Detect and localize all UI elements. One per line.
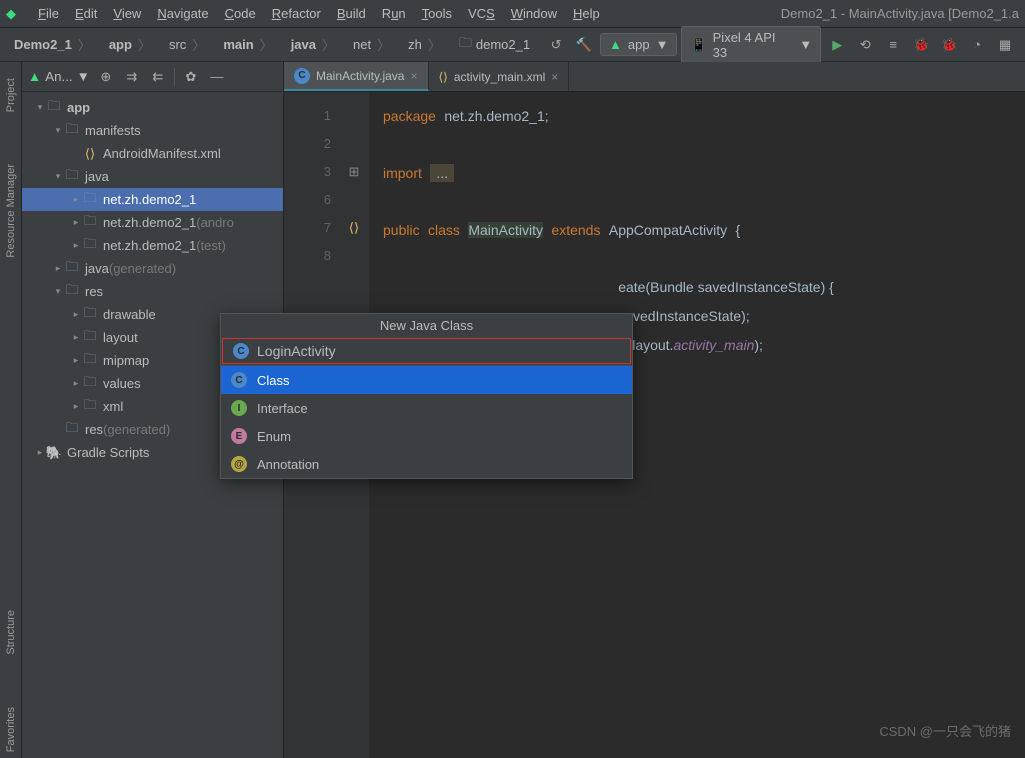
menu-bar: ◆ File Edit View Navigate Code Refactor … — [0, 0, 1025, 28]
tree-item[interactable]: ▾🗀app — [22, 96, 283, 119]
sync-icon[interactable]: ↺ — [544, 33, 568, 57]
menu-code[interactable]: Code — [217, 6, 264, 21]
project-view-selector[interactable]: ▲ An...▼ — [28, 69, 90, 84]
android-icon: ▲ — [28, 69, 41, 84]
collapse-all-icon[interactable]: ⇇ — [148, 67, 168, 87]
kind-option[interactable]: @Annotation — [221, 450, 632, 478]
close-icon[interactable]: × — [410, 69, 417, 83]
class-name-input[interactable] — [257, 343, 620, 359]
new-java-class-dialog: New Java Class C CClassIInterfaceEEnum@A… — [220, 313, 633, 479]
toolwindow-favorites[interactable]: Favorites — [5, 701, 17, 758]
class-icon: C — [294, 68, 310, 84]
breadcrumb[interactable]: Demo2_1〉 — [8, 33, 99, 56]
phone-icon: 📱 — [690, 37, 706, 53]
class-name-input-row: C — [222, 338, 631, 364]
toolwindow-structure[interactable]: Structure — [5, 604, 17, 661]
android-logo-icon: ◆ — [6, 6, 22, 22]
kind-option[interactable]: EEnum — [221, 422, 632, 450]
breadcrumb[interactable]: 🗀demo2_1 — [453, 32, 536, 58]
tab-mainactivity[interactable]: C MainActivity.java × — [284, 62, 429, 91]
apply-changes-icon[interactable]: ⟲ — [853, 33, 877, 57]
breadcrumb[interactable]: main〉 — [217, 33, 280, 56]
breadcrumb[interactable]: zh〉 — [402, 33, 449, 56]
tab-activity-main[interactable]: ⟨⟩ activity_main.xml × — [429, 62, 570, 91]
window-title: Demo2_1 - MainActivity.java [Demo2_1.a — [781, 6, 1019, 21]
run-config-selector[interactable]: ▲ app▼ — [600, 33, 677, 56]
dialog-title: New Java Class — [221, 314, 632, 337]
run-icon[interactable]: ▶ — [825, 33, 849, 57]
menu-vcs[interactable]: VCS — [460, 6, 503, 21]
watermark: CSDN @一只会飞的猪 — [879, 721, 1011, 740]
breadcrumb[interactable]: src〉 — [163, 33, 213, 56]
expand-all-icon[interactable]: ⇉ — [122, 67, 142, 87]
tree-item[interactable]: ▾🗀manifests — [22, 119, 283, 142]
left-toolwindow-bar: Project Resource Manager Structure Favor… — [0, 62, 22, 758]
hammer-icon[interactable]: 🔨 — [572, 33, 596, 57]
tree-item[interactable]: ▾🗀java — [22, 165, 283, 188]
menu-refactor[interactable]: Refactor — [264, 6, 329, 21]
menu-tools[interactable]: Tools — [414, 6, 460, 21]
tree-item[interactable]: ▾🗀res — [22, 280, 283, 303]
menu-navigate[interactable]: Navigate — [149, 6, 216, 21]
menu-edit[interactable]: Edit — [67, 6, 105, 21]
gutter-override-icon: ⟨⟩ — [339, 214, 369, 242]
menu-window[interactable]: Window — [503, 6, 565, 21]
apply-code-icon[interactable]: ≡ — [881, 33, 905, 57]
editor-tabs: C MainActivity.java × ⟨⟩ activity_main.x… — [284, 62, 1025, 92]
toolwindow-resource-manager[interactable]: Resource Manager — [5, 158, 17, 264]
breadcrumb[interactable]: net〉 — [347, 33, 398, 56]
settings-icon[interactable]: ✿ — [181, 67, 201, 87]
tree-item[interactable]: ▸🗀net.zh.demo2_1 (andro — [22, 211, 283, 234]
sidebar-toolbar: ▲ An...▼ ⊕ ⇉ ⇇ ✿ — — [22, 62, 283, 92]
close-icon[interactable]: × — [551, 70, 558, 84]
kind-list: CClassIInterfaceEEnum@Annotation — [221, 365, 632, 478]
xml-icon: ⟨⟩ — [439, 70, 448, 84]
profiler-icon[interactable]: ◔ — [965, 33, 989, 57]
avd-icon[interactable]: ▦ — [993, 33, 1017, 57]
tree-item[interactable]: ▸🗀net.zh.demo2_1 (test) — [22, 234, 283, 257]
tree-item[interactable]: ▸🗀net.zh.demo2_1 — [22, 188, 283, 211]
kind-option[interactable]: IInterface — [221, 394, 632, 422]
menu-help[interactable]: Help — [565, 6, 608, 21]
hide-icon[interactable]: — — [207, 67, 227, 87]
menu-build[interactable]: Build — [329, 6, 374, 21]
breadcrumb[interactable]: app〉 — [103, 33, 159, 56]
tree-item[interactable]: ⟨⟩AndroidManifest.xml — [22, 142, 283, 165]
tree-item[interactable]: ▸🗀java (generated) — [22, 257, 283, 280]
locate-icon[interactable]: ⊕ — [96, 67, 116, 87]
kind-option[interactable]: CClass — [221, 366, 632, 394]
nav-toolbar: Demo2_1〉 app〉 src〉 main〉 java〉 net〉 zh〉 … — [0, 28, 1025, 62]
class-icon: C — [233, 343, 249, 359]
menu-run[interactable]: Run — [374, 6, 414, 21]
device-selector[interactable]: 📱 Pixel 4 API 33▼ — [681, 26, 821, 64]
menu-file[interactable]: File — [30, 6, 67, 21]
menu-view[interactable]: View — [105, 6, 149, 21]
breadcrumb[interactable]: java〉 — [285, 33, 343, 56]
attach-debug-icon[interactable]: 🐞 — [937, 33, 961, 57]
android-icon: ▲ — [609, 37, 622, 52]
debug-icon[interactable]: 🐞 — [909, 33, 933, 57]
toolwindow-project[interactable]: Project — [5, 72, 17, 118]
